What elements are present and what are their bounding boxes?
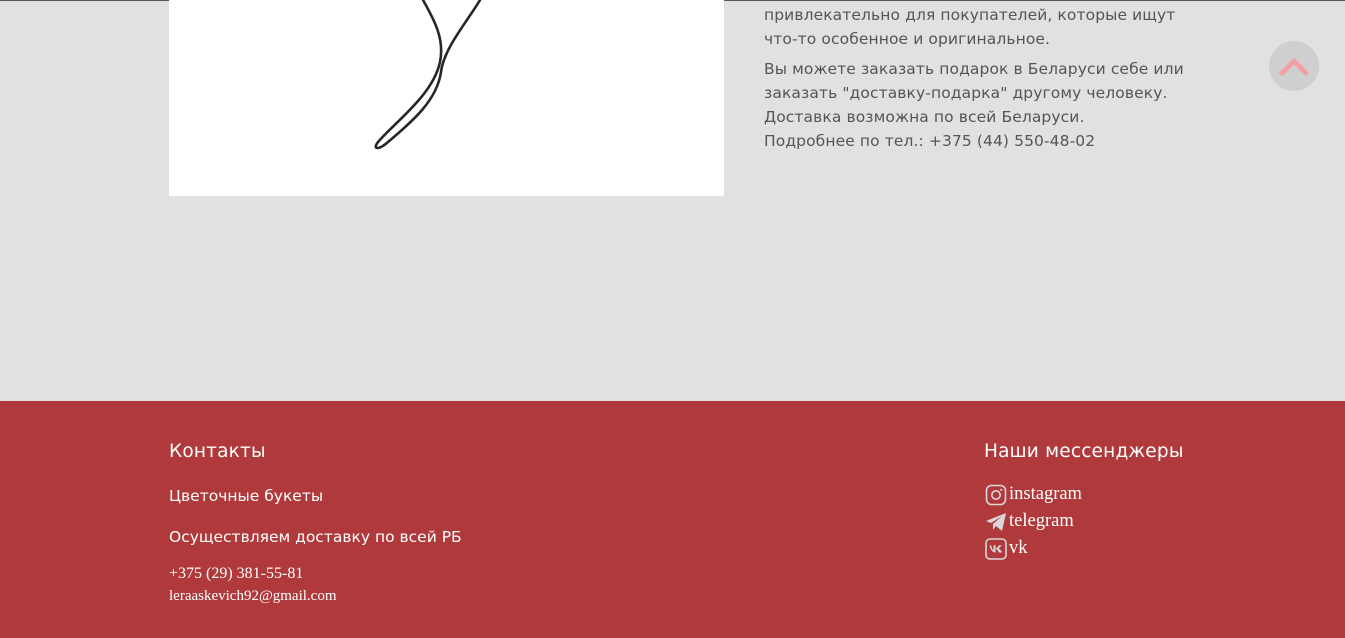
order-info-line: заказать "доставку-подарка" другому чело… [764, 84, 1168, 102]
chevron-up-icon [1279, 58, 1309, 76]
shop-name: Цветочные букеты [169, 487, 324, 505]
order-info-line: Вы можете заказать подарок в Беларуси се… [764, 60, 1184, 78]
description-line: что-то особенное и оригинальное. [764, 30, 1051, 48]
order-info-line: Доставка возможна по всей Беларуси. [764, 108, 1085, 126]
order-info-phone: Подробнее по тел.: +375 (44) 550-48-02 [764, 132, 1096, 150]
footer-email-link[interactable]: leraaskevich92@gmail.com [169, 588, 337, 605]
messengers-heading: Наши мессенджеры [984, 441, 1184, 462]
product-image [169, 0, 724, 196]
messenger-label: vk [1009, 538, 1028, 558]
footer-phone-link[interactable]: +375 (29) 381-55-81 [169, 565, 303, 583]
scroll-to-top-button[interactable] [1269, 41, 1319, 91]
messenger-label: telegram [1009, 511, 1074, 531]
vk-icon [984, 537, 1007, 560]
messenger-link-telegram[interactable]: telegram [984, 510, 1074, 533]
messenger-label: instagram [1009, 484, 1082, 504]
instagram-icon [984, 483, 1007, 506]
line-drawing [374, 0, 482, 150]
site-footer: Контакты Цветочные букеты Осуществляем д… [0, 401, 1345, 638]
messenger-link-instagram[interactable]: instagram [984, 483, 1082, 506]
messenger-link-vk[interactable]: vk [984, 537, 1028, 560]
description-line: привлекательно для покупателей, которые … [764, 6, 1176, 24]
telegram-icon [984, 510, 1007, 533]
contacts-heading: Контакты [169, 441, 266, 462]
product-description: привлекательно для покупателей, которые … [764, 3, 1204, 159]
delivery-text: Осуществляем доставку по всей РБ [169, 528, 462, 546]
